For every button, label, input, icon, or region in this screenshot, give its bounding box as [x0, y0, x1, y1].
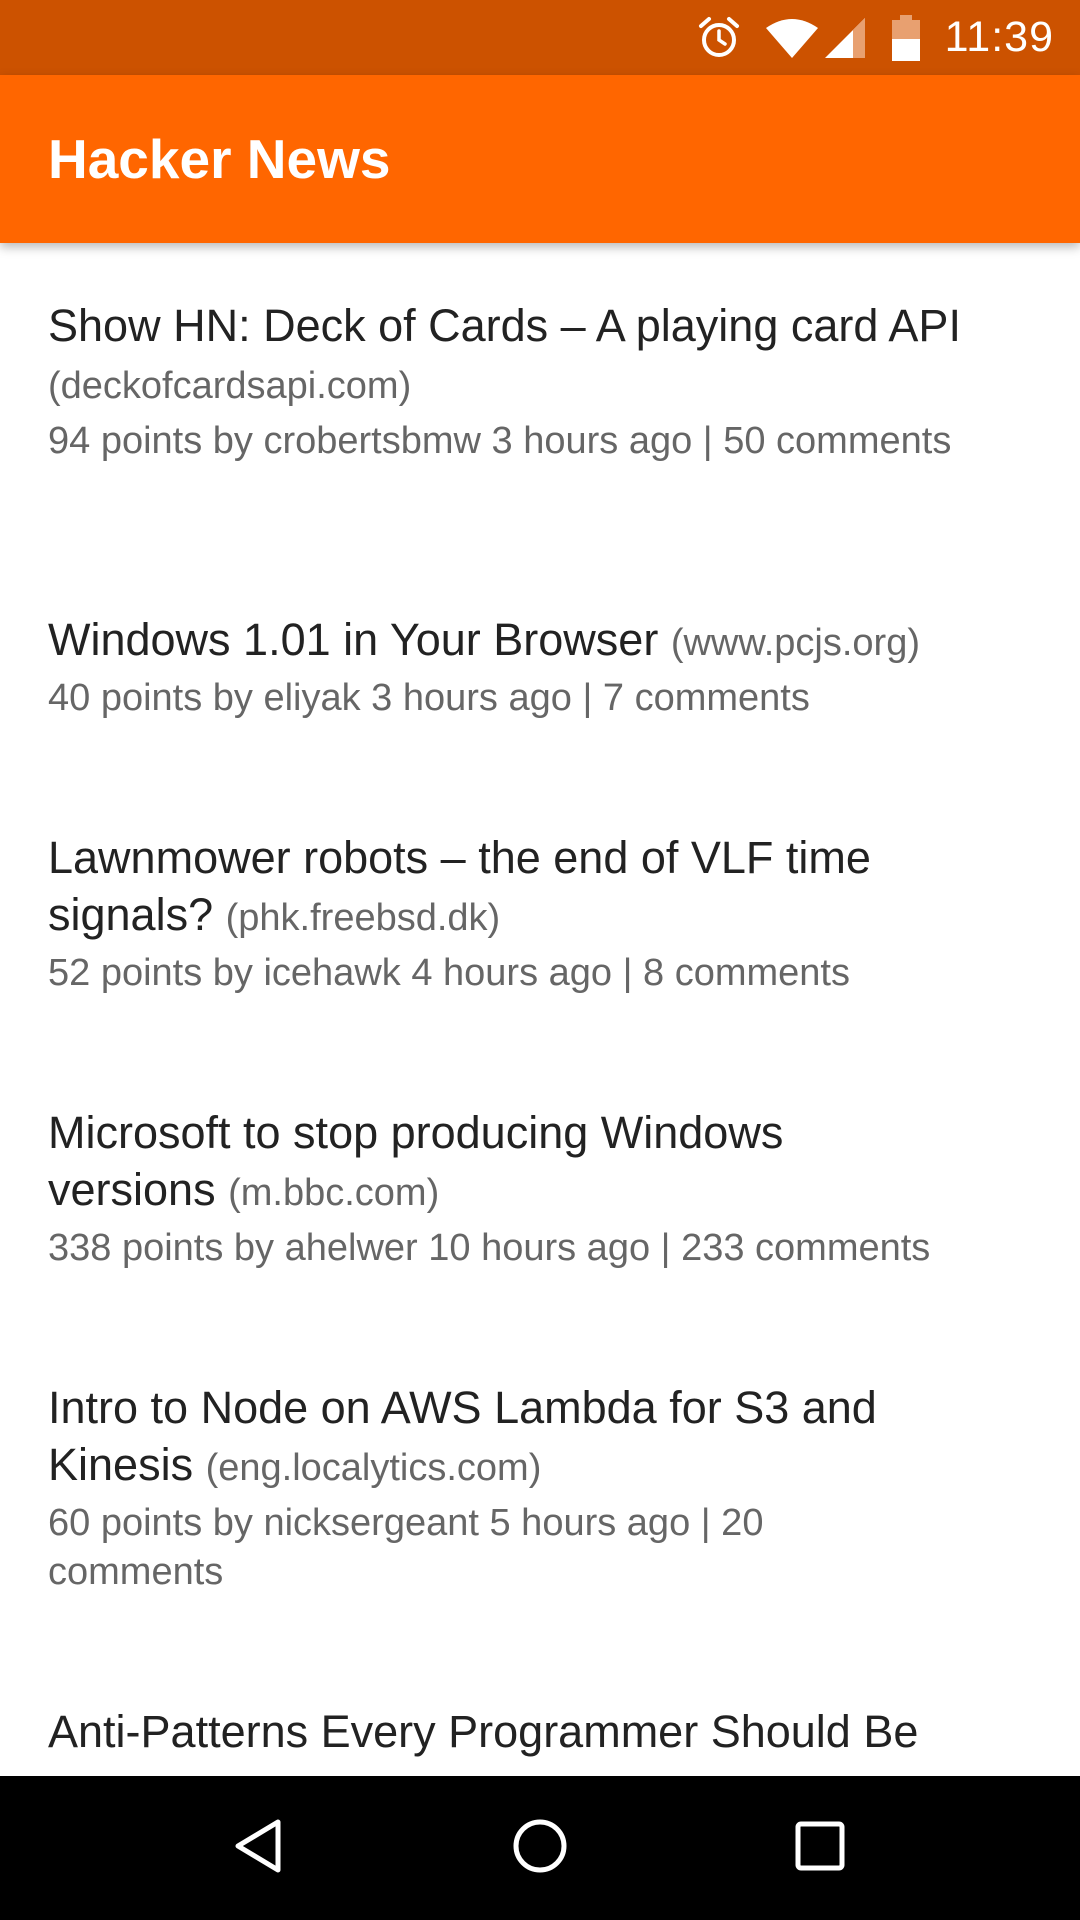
story-item[interactable]: Microsoft to stop producing Windows vers…: [48, 1104, 930, 1273]
status-time: 11:39: [944, 13, 1054, 61]
story-title[interactable]: Anti-Patterns Every Programmer Should Be: [48, 1706, 918, 1757]
story-meta: 94 points by crobertsbmw 3 hours ago | 5…: [48, 420, 952, 462]
story-domain: (deckofcardsapi.com): [48, 365, 412, 407]
app-title: Hacker News: [48, 128, 391, 190]
story-meta: 338 points by ahelwer 10 hours ago | 233…: [48, 1227, 931, 1269]
app-bar: Hacker News: [0, 75, 1080, 243]
recents-button[interactable]: [765, 1793, 875, 1903]
story-list[interactable]: Show HN: Deck of Cards – A playing card …: [0, 243, 1080, 1776]
alarm-icon: [697, 16, 741, 60]
story-item[interactable]: Show HN: Deck of Cards – A playing card …: [48, 297, 1038, 466]
back-icon: [230, 1816, 290, 1881]
story-item[interactable]: Anti-Patterns Every Programmer Should Be: [48, 1703, 1038, 1760]
story-meta: 60 points by nicksergeant 5 hours ago | …: [48, 1502, 764, 1593]
story-meta: 40 points by eliyak 3 hours ago | 7 comm…: [48, 677, 810, 719]
status-bar: 11:39: [0, 0, 1080, 75]
home-icon: [510, 1816, 570, 1881]
story-domain: (phk.freebsd.dk): [225, 897, 501, 939]
story-item[interactable]: Intro to Node on AWS Lambda for S3 and K…: [48, 1379, 978, 1597]
story-item[interactable]: Windows 1.01 in Your Browser (www.pcjs.o…: [48, 611, 1038, 723]
wifi-icon: [765, 16, 819, 60]
story-meta: 52 points by icehawk 4 hours ago | 8 com…: [48, 952, 850, 994]
cell-signal-icon: [823, 16, 867, 60]
story-item[interactable]: Lawnmower robots – the end of VLF time s…: [48, 829, 978, 998]
nav-bar: [0, 1776, 1080, 1920]
recents-icon: [792, 1818, 848, 1879]
home-button[interactable]: [485, 1793, 595, 1903]
back-button[interactable]: [205, 1793, 315, 1903]
story-domain: (m.bbc.com): [228, 1172, 440, 1214]
story-title[interactable]: Windows 1.01 in Your Browser: [48, 614, 658, 665]
story-title[interactable]: Show HN: Deck of Cards – A playing card …: [48, 300, 961, 351]
battery-icon: [891, 14, 921, 61]
story-domain: (eng.localytics.com): [205, 1447, 542, 1489]
story-domain: (www.pcjs.org): [670, 622, 920, 664]
